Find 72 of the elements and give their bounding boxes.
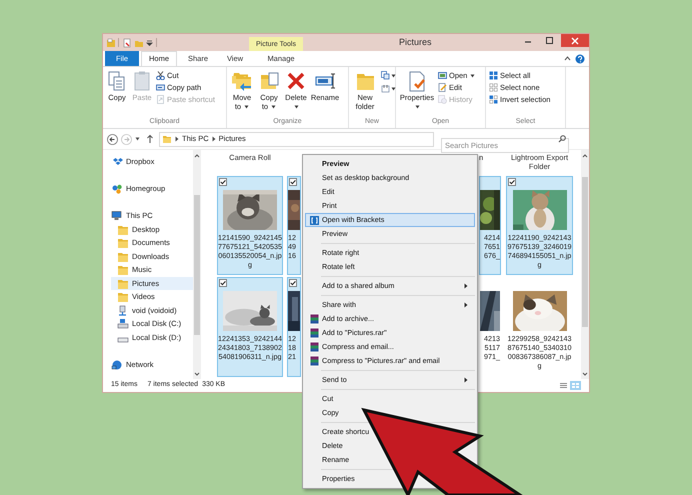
drive-icon xyxy=(117,304,129,316)
submenu-arrow-icon xyxy=(464,377,468,383)
folder-arrow-icon xyxy=(231,70,253,92)
open-icon xyxy=(438,71,447,80)
archive-icon xyxy=(310,356,318,366)
delete-icon xyxy=(285,70,307,92)
easy-access-button[interactable] xyxy=(381,84,396,93)
folder-icon xyxy=(117,278,129,289)
caret-icon xyxy=(244,105,250,110)
checkbox[interactable] xyxy=(508,178,516,186)
up-icon[interactable] xyxy=(146,134,154,144)
edit-icon xyxy=(438,83,447,92)
checkbox[interactable] xyxy=(219,178,227,186)
close-button[interactable] xyxy=(561,34,589,47)
folder-icon xyxy=(117,264,129,276)
checkbox[interactable] xyxy=(289,279,297,288)
caret-icon xyxy=(415,105,420,110)
scroll-down-icon xyxy=(582,371,588,377)
properties-icon[interactable] xyxy=(122,38,132,48)
shortcut-icon xyxy=(156,95,165,104)
submenu-arrow-icon xyxy=(464,283,468,289)
folder-page-icon xyxy=(258,70,280,92)
folder-icon xyxy=(117,250,129,262)
select-none-icon xyxy=(489,83,498,92)
folder-icon xyxy=(117,291,129,302)
computer-icon xyxy=(111,210,123,222)
caret-icon xyxy=(470,74,476,78)
back-icon[interactable] xyxy=(107,134,118,144)
folder-icon xyxy=(162,134,172,144)
caret-icon xyxy=(294,105,299,110)
checkbox[interactable] xyxy=(289,178,297,186)
new-item-button[interactable] xyxy=(381,71,396,80)
homegroup-icon xyxy=(111,183,123,194)
archive-icon xyxy=(310,342,318,352)
folder-icon xyxy=(117,237,129,248)
cloud-icon xyxy=(111,156,123,168)
scroll-up-icon xyxy=(582,153,588,159)
scroll-thumb[interactable] xyxy=(582,177,588,327)
folder-icon[interactable] xyxy=(106,38,116,48)
history-icon xyxy=(438,95,447,104)
copy-path-icon xyxy=(156,83,165,92)
select-all-icon xyxy=(489,71,498,80)
drive-icon xyxy=(117,318,129,330)
folder-icon xyxy=(117,224,129,235)
caret-icon xyxy=(271,105,276,110)
new-item-icon xyxy=(381,71,390,80)
scissors-icon xyxy=(156,71,165,80)
search-icon xyxy=(558,135,566,143)
network-icon xyxy=(111,358,123,370)
collapse-ribbon-icon[interactable] xyxy=(564,56,571,61)
scrollbar[interactable] xyxy=(581,150,589,379)
window-title: Pictures xyxy=(399,36,432,49)
details-view-icon[interactable] xyxy=(558,381,569,390)
scroll-up-icon xyxy=(194,153,200,159)
chevron-icon xyxy=(175,136,179,142)
caret-icon xyxy=(391,86,396,90)
invert-selection-icon xyxy=(489,95,498,104)
chevron-icon xyxy=(212,136,216,142)
app-icon xyxy=(310,216,318,224)
customize-icon[interactable] xyxy=(146,40,153,46)
scrollbar[interactable] xyxy=(193,150,201,379)
close-icon xyxy=(571,36,579,44)
submenu-arrow-icon xyxy=(464,302,468,308)
checkbox[interactable] xyxy=(219,279,227,288)
scroll-down-icon xyxy=(194,371,200,377)
caret-icon xyxy=(391,74,396,78)
help-icon[interactable] xyxy=(575,54,585,64)
scroll-thumb[interactable] xyxy=(194,195,200,335)
archive-icon xyxy=(310,314,318,324)
easy-access-icon xyxy=(381,84,390,93)
recent-locations-icon[interactable] xyxy=(135,137,140,141)
archive-icon xyxy=(310,328,318,338)
